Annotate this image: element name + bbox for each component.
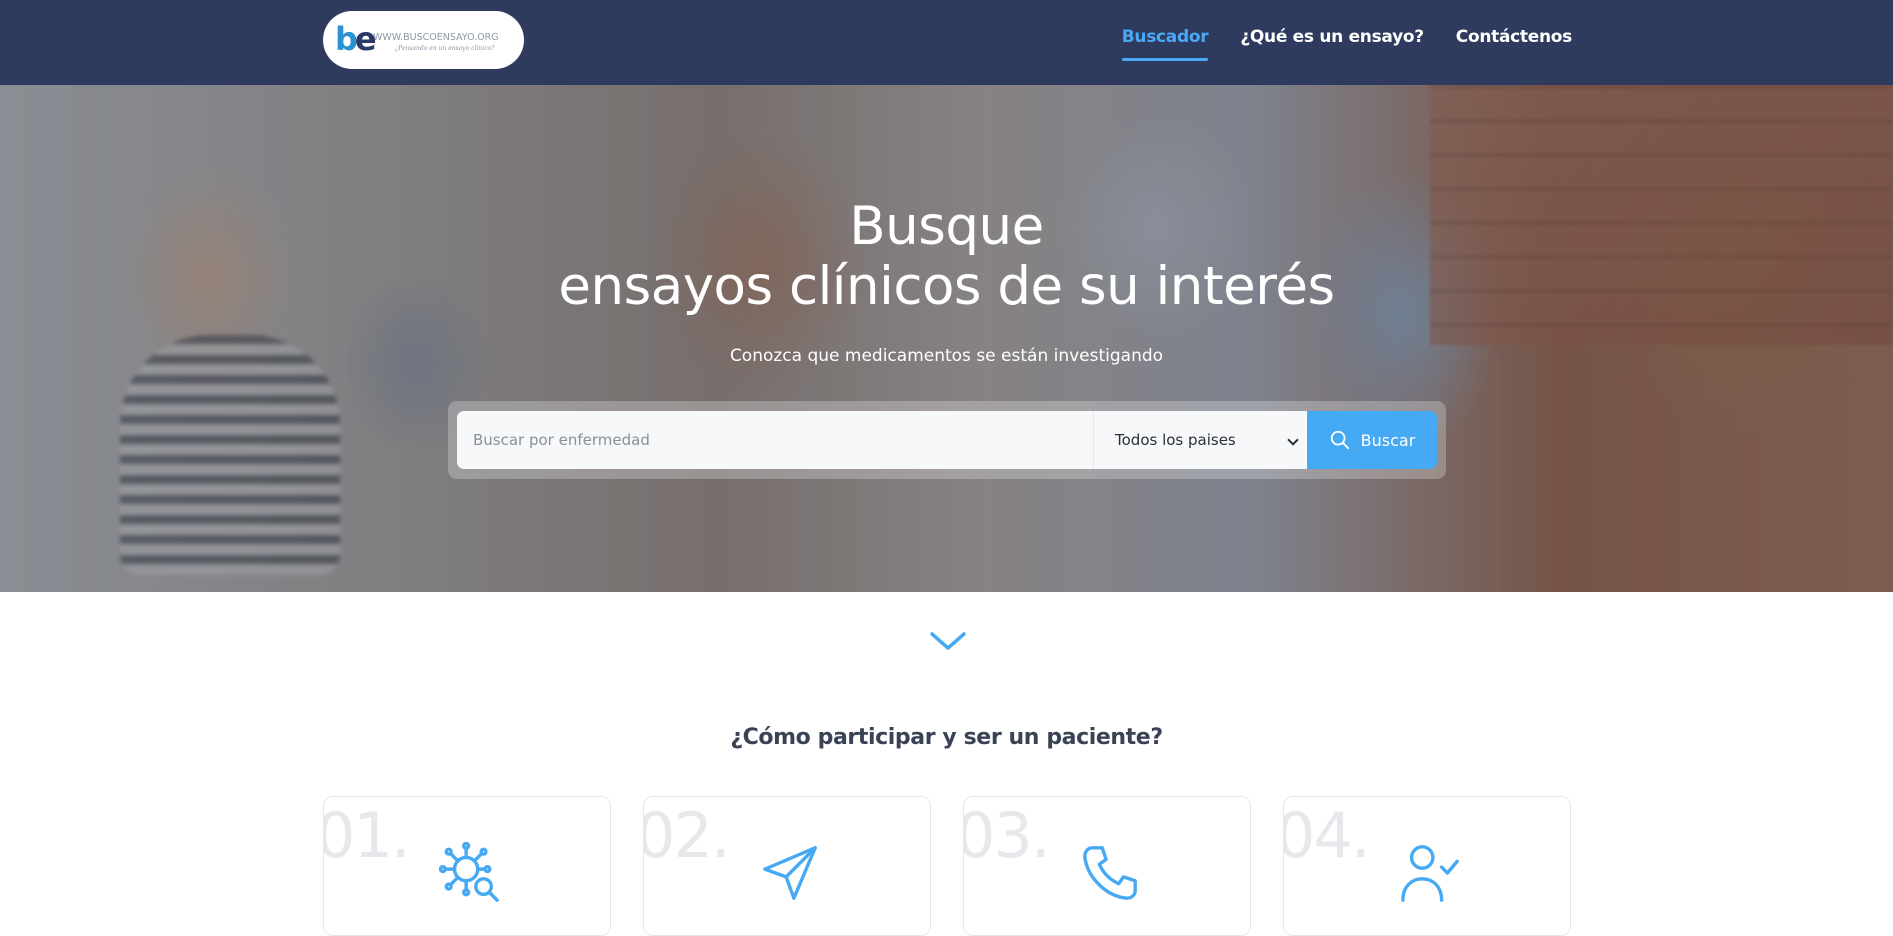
logo-tagline: ¿Pensando en un ensayo clínico?	[395, 45, 495, 52]
step-card-1: 01.	[323, 796, 611, 936]
hero-overlay	[0, 85, 1893, 592]
main-nav: Buscador ¿Qué es un ensayo? Contáctenos	[1121, 25, 1573, 61]
search-icon	[1330, 430, 1349, 450]
country-select[interactable]: Todos los paises	[1093, 411, 1307, 469]
step-card-4: 04.	[1283, 796, 1571, 936]
search-button[interactable]: Buscar	[1307, 411, 1437, 469]
hero-title-line2: ensayos clínicos de su interés	[558, 256, 1335, 317]
top-navbar: be WWW.BUSCOENSAYO.ORG ¿Pensando en un e…	[0, 0, 1893, 85]
hero-section: Busque ensayos clínicos de su interés Co…	[0, 85, 1893, 592]
step-card-2: 02.	[643, 796, 931, 936]
country-select-value: Todos los paises	[1115, 431, 1236, 449]
nav-link-que-es-un-ensayo[interactable]: ¿Qué es un ensayo?	[1240, 25, 1424, 49]
scroll-down-chevron-icon[interactable]	[929, 630, 967, 652]
section-title-how-to-participate: ¿Cómo participar y ser un paciente?	[730, 725, 1163, 750]
step-number: 04.	[1283, 799, 1371, 872]
hero-title-line1: Busque	[849, 196, 1044, 257]
logo-mark: be	[335, 20, 377, 58]
search-bar: Todos los paises Buscar	[448, 401, 1446, 479]
disease-search-input[interactable]	[457, 411, 1093, 469]
logo-url-text: WWW.BUSCOENSAYO.ORG	[373, 32, 499, 43]
virus-search-icon	[439, 842, 499, 902]
phone-icon	[1083, 846, 1137, 900]
search-button-label: Buscar	[1360, 430, 1416, 450]
step-number: 01.	[323, 799, 411, 872]
chevron-down-icon	[1287, 434, 1299, 446]
paper-plane-icon	[763, 846, 817, 900]
step-number: 02.	[643, 799, 731, 872]
nav-link-contactenos[interactable]: Contáctenos	[1456, 25, 1573, 49]
user-check-icon	[1401, 845, 1459, 902]
nav-link-buscador[interactable]: Buscador	[1121, 25, 1209, 61]
hero-subtitle: Conozca que medicamentos se están invest…	[729, 346, 1164, 366]
step-card-3: 03.	[963, 796, 1251, 936]
site-logo[interactable]: be WWW.BUSCOENSAYO.ORG ¿Pensando en un e…	[323, 11, 524, 69]
step-number: 03.	[963, 799, 1051, 872]
